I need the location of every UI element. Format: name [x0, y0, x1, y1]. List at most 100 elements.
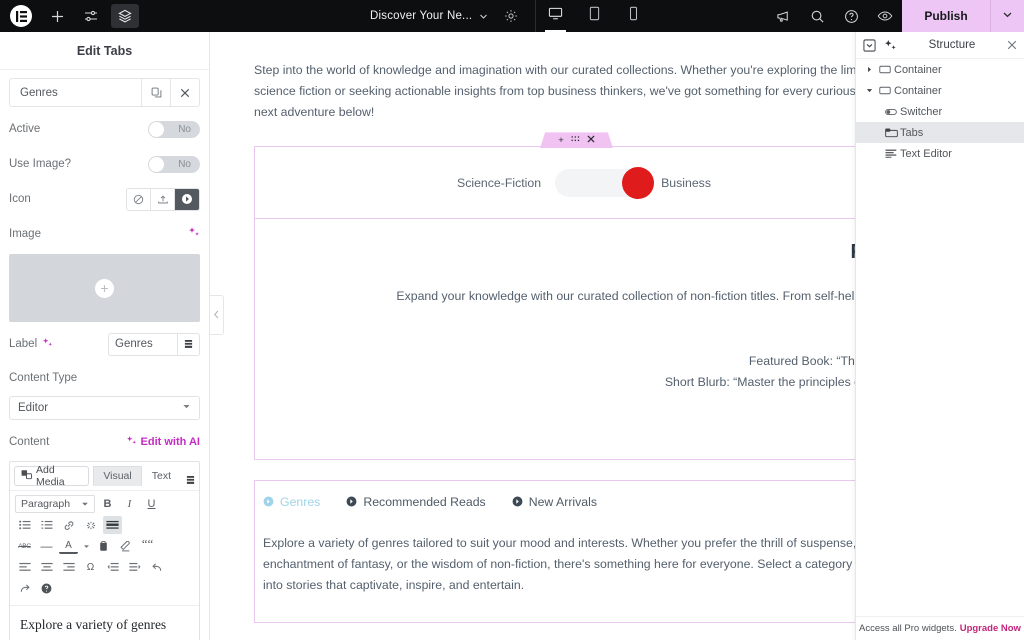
structure-item-text-editor[interactable]: Text Editor: [856, 143, 1024, 164]
add-element-button[interactable]: [43, 4, 71, 28]
megaphone-icon[interactable]: [766, 0, 800, 32]
site-settings-button[interactable]: [77, 4, 105, 28]
outdent-icon[interactable]: [103, 558, 122, 576]
structure-toggle-button[interactable]: [111, 4, 139, 28]
add-media-button[interactable]: Add Media: [14, 464, 90, 488]
panel-collapse-button[interactable]: [210, 295, 224, 335]
intro-paragraph[interactable]: Step into the world of knowledge and ima…: [254, 60, 954, 123]
publish-button[interactable]: Publish: [902, 0, 990, 32]
tab-label: New Arrivals: [528, 494, 598, 509]
layers-icon: [118, 9, 132, 23]
device-mobile-button[interactable]: [614, 0, 653, 32]
publish-options-button[interactable]: [990, 0, 1024, 32]
history-icon[interactable]: [177, 333, 199, 355]
tablet-icon: [588, 6, 601, 26]
icon-none-button[interactable]: [127, 188, 151, 210]
gear-icon[interactable]: [504, 9, 518, 23]
blockquote-icon[interactable]: ““: [138, 536, 157, 555]
plus-icon[interactable]: +: [558, 136, 564, 146]
switcher-track[interactable]: [555, 166, 655, 199]
strikethrough-icon[interactable]: ABC: [15, 537, 34, 555]
ai-sparkle-icon[interactable]: [188, 225, 200, 243]
paragraph-format-select[interactable]: Paragraph: [15, 495, 95, 513]
align-right-icon[interactable]: [59, 558, 78, 576]
redo-icon[interactable]: [15, 579, 34, 597]
content-type-select[interactable]: Editor: [9, 396, 200, 420]
tab-recommended-reads[interactable]: Recommended Reads: [346, 495, 486, 515]
structure-item-label: Switcher: [900, 105, 943, 118]
preview-eye-icon[interactable]: [868, 0, 902, 32]
elementor-logo-button[interactable]: [5, 0, 37, 32]
chevron-down-icon[interactable]: [862, 87, 876, 94]
drag-handle-icon[interactable]: [571, 135, 580, 146]
read-more-icon[interactable]: [103, 516, 122, 534]
tab-genres[interactable]: Genres: [263, 495, 320, 515]
device-tablet-button[interactable]: [575, 0, 614, 32]
align-left-icon[interactable]: [15, 558, 34, 576]
plus-icon: +: [95, 278, 114, 298]
structure-item-label: Text Editor: [900, 147, 952, 160]
undo-icon[interactable]: [147, 558, 166, 576]
underline-icon[interactable]: U: [142, 495, 161, 513]
active-toggle[interactable]: No: [148, 120, 200, 138]
element-edit-handle[interactable]: +: [540, 132, 613, 149]
heading-cta[interactable]: Explore Non-F: [255, 419, 955, 433]
use-image-toggle[interactable]: No: [148, 155, 200, 173]
align-center-icon[interactable]: [37, 558, 56, 576]
italic-icon[interactable]: I: [120, 495, 139, 513]
ai-sparkle-icon: [126, 435, 137, 449]
close-icon[interactable]: [170, 79, 199, 106]
ai-sparkle-icon[interactable]: [884, 39, 897, 52]
text-color-icon[interactable]: A: [59, 538, 78, 554]
indent-icon[interactable]: [125, 558, 144, 576]
structure-item-switcher[interactable]: Switcher: [856, 101, 1024, 122]
structure-item-container-2[interactable]: Container: [856, 80, 1024, 101]
numbered-list-icon[interactable]: [37, 516, 56, 534]
unlink-icon[interactable]: [81, 516, 100, 534]
content-type-value: Editor: [18, 402, 49, 414]
icon-upload-svg-button[interactable]: [151, 188, 175, 210]
upgrade-now-link[interactable]: Upgrade Now: [960, 623, 1021, 634]
help-icon[interactable]: [834, 0, 868, 32]
bulleted-list-icon[interactable]: [15, 516, 34, 534]
chevron-right-icon[interactable]: [862, 66, 876, 73]
editor-tab-visual[interactable]: Visual: [93, 466, 142, 486]
control-use-image: Use Image? No: [9, 151, 200, 177]
device-desktop-button[interactable]: [536, 0, 575, 32]
special-character-icon[interactable]: Ω: [81, 558, 100, 576]
ai-sparkle-icon[interactable]: [42, 337, 53, 351]
heading-block[interactable]: Fuel your curio Expand your knowledge wi…: [254, 219, 1024, 460]
color-caret-icon[interactable]: [81, 537, 91, 555]
link-icon[interactable]: [59, 516, 78, 534]
switcher-widget[interactable]: Science-Fiction Business: [254, 146, 914, 220]
chevron-down-icon[interactable]: [479, 12, 488, 21]
arrow-circle-right-icon: [512, 496, 523, 507]
switcher-knob[interactable]: [622, 166, 655, 199]
edit-with-ai-button[interactable]: Edit with AI: [126, 435, 200, 449]
tab-label: Genres: [280, 494, 321, 509]
horizontal-rule-icon[interactable]: —: [37, 537, 56, 555]
keyboard-shortcuts-icon[interactable]: [37, 579, 56, 597]
editor-tab-text[interactable]: Text: [142, 466, 181, 486]
image-dropzone[interactable]: +: [9, 254, 200, 322]
label-input[interactable]: [109, 333, 177, 355]
duplicate-icon[interactable]: [141, 79, 170, 106]
footer-text: Access all Pro widgets.: [859, 623, 957, 634]
clear-formatting-icon[interactable]: [116, 537, 135, 555]
toggle-knob: [149, 121, 164, 137]
collapse-all-icon[interactable]: [863, 38, 876, 52]
tabs-widget[interactable]: Genres Recommended Reads New Arrivals Ex…: [254, 479, 914, 624]
close-icon[interactable]: [587, 135, 595, 146]
editor-content-text[interactable]: Explore a variety of genres tailored to …: [10, 606, 199, 640]
tab-new-arrivals[interactable]: New Arrivals: [512, 495, 597, 515]
bold-icon[interactable]: B: [98, 495, 117, 513]
structure-item-tabs[interactable]: Tabs: [856, 122, 1024, 143]
document-title[interactable]: Discover Your Ne...: [370, 10, 472, 22]
repeater-item-genres[interactable]: Genres: [9, 78, 200, 107]
paste-as-text-icon[interactable]: [94, 537, 113, 555]
icon-library-button[interactable]: [175, 188, 199, 210]
structure-item-container-1[interactable]: Container: [856, 59, 1024, 80]
search-icon[interactable]: [800, 0, 834, 32]
close-icon[interactable]: [1007, 39, 1017, 52]
history-icon[interactable]: [186, 475, 195, 486]
